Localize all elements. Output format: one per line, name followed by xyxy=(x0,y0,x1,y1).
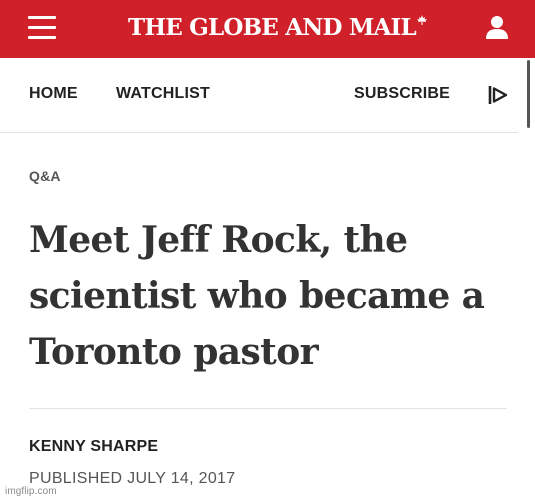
article-kicker[interactable]: Q&A xyxy=(29,168,61,184)
nav-bar: HOME WATCHLIST SUBSCRIBE xyxy=(0,58,518,133)
nav-home-link[interactable]: HOME xyxy=(29,85,78,103)
play-video-icon[interactable] xyxy=(486,83,510,107)
site-logo[interactable]: THE GLOBE AND MAIL xyxy=(128,11,427,45)
scrollbar-thumb[interactable] xyxy=(527,60,530,128)
divider xyxy=(29,408,507,409)
article-headline: Meet Jeff Rock, the scientist who became… xyxy=(29,219,485,373)
author-byline[interactable]: KENNY SHARPE xyxy=(29,438,158,456)
site-logo-text: THE GLOBE AND MAIL xyxy=(128,14,417,41)
watermark: imgflip.com xyxy=(5,486,57,497)
maple-leaf-icon xyxy=(416,15,427,25)
nav-watchlist-link[interactable]: WATCHLIST xyxy=(116,85,210,103)
top-bar: THE GLOBE AND MAIL xyxy=(0,0,535,58)
published-date: PUBLISHED JULY 14, 2017 xyxy=(29,470,236,487)
hamburger-menu-icon[interactable] xyxy=(28,14,58,42)
subscribe-link[interactable]: SUBSCRIBE xyxy=(354,85,450,103)
user-account-icon[interactable] xyxy=(484,14,510,40)
